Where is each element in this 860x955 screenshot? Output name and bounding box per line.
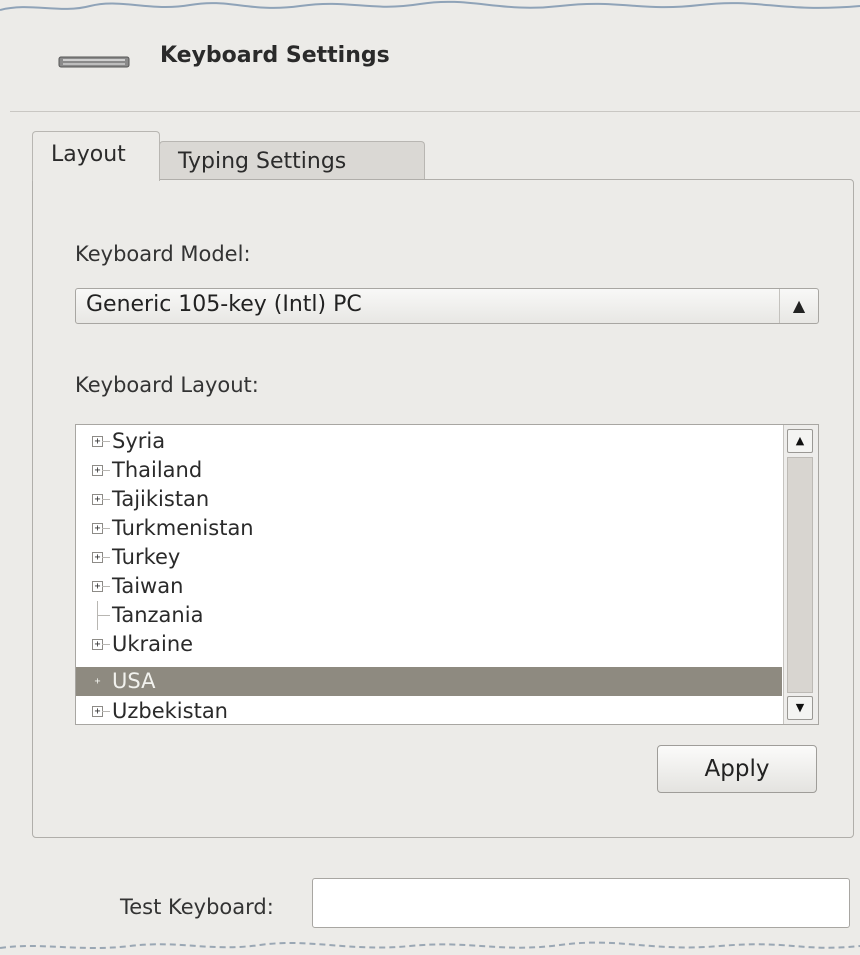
keyboard-model-label: Keyboard Model: [75,242,251,266]
page-title: Keyboard Settings [160,43,390,68]
tree-row-label: USA [112,669,156,693]
tree-row-label: Turkmenistan [112,516,254,540]
scroll-down-arrow-icon[interactable]: ▼ [787,696,813,720]
scroll-up-arrow-icon[interactable]: ▲ [787,429,813,453]
tree-row[interactable]: + Uzbekistan [76,697,782,724]
tree-scrollbar[interactable]: ▲ ▼ [783,425,818,724]
tree-row[interactable]: + Thailand [76,456,782,485]
tree-row[interactable]: + Turkmenistan [76,514,782,543]
header: Keyboard Settings [10,16,860,112]
tree-row-label: Thailand [112,458,203,482]
keyboard-model-select[interactable]: Generic 105-key (Intl) PC ▲ [75,288,819,324]
apply-button[interactable]: Apply [657,745,817,793]
window-top-edge [0,0,860,11]
tree-row[interactable]: + Syria [76,427,782,456]
tree-row-selected[interactable]: + USA [76,667,782,696]
tree-row[interactable]: + Ukraine [76,630,782,659]
tree-row[interactable]: + Taiwan [76,572,782,601]
window-bottom-edge [0,941,860,949]
keyboard-layout-tree[interactable]: + Syria + Thailand + Tajikistan + Turkme… [75,424,819,725]
tree-row[interactable]: Tanzania [76,601,782,630]
tree-row-label: Turkey [112,545,181,569]
layout-panel: Keyboard Model: Generic 105-key (Intl) P… [32,179,854,838]
tree-row[interactable]: + Turkey [76,543,782,572]
tree-row-label: Uzbekistan [112,699,228,723]
tree-row[interactable]: + Tajikistan [76,485,782,514]
updown-arrows-icon: ▲ [779,289,818,323]
tab-layout[interactable]: Layout [32,131,160,181]
tree-row-label: Taiwan [112,574,184,598]
tree-row-label: Ukraine [112,632,194,656]
scrollbar-thumb[interactable] [787,457,813,693]
keyboard-icon [58,56,130,68]
tab-typing-settings[interactable]: Typing Settings [159,141,425,181]
keyboard-model-value: Generic 105-key (Intl) PC [86,292,362,317]
test-keyboard-input[interactable] [312,878,850,928]
tree-row-label: Syria [112,429,166,453]
tree-row-label: Tanzania [112,603,204,627]
keyboard-layout-label: Keyboard Layout: [75,373,259,397]
test-keyboard-label: Test Keyboard: [120,895,274,919]
tree-row-label: Tajikistan [112,487,210,511]
